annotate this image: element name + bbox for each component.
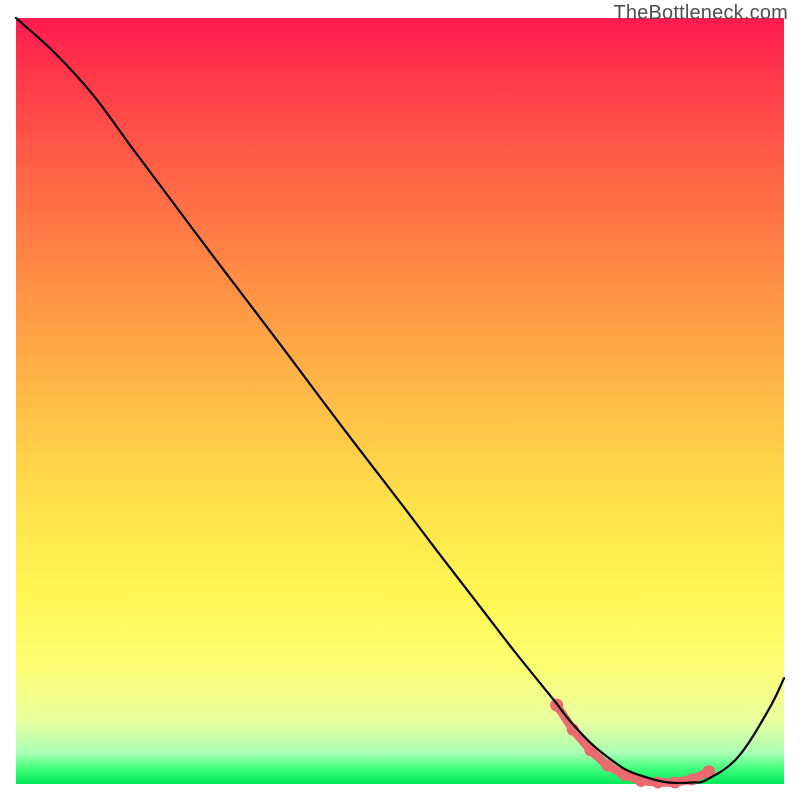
watermark-text: TheBottleneck.com bbox=[613, 2, 788, 25]
gradient-background bbox=[16, 18, 784, 784]
chart-root: TheBottleneck.com bbox=[0, 0, 800, 800]
